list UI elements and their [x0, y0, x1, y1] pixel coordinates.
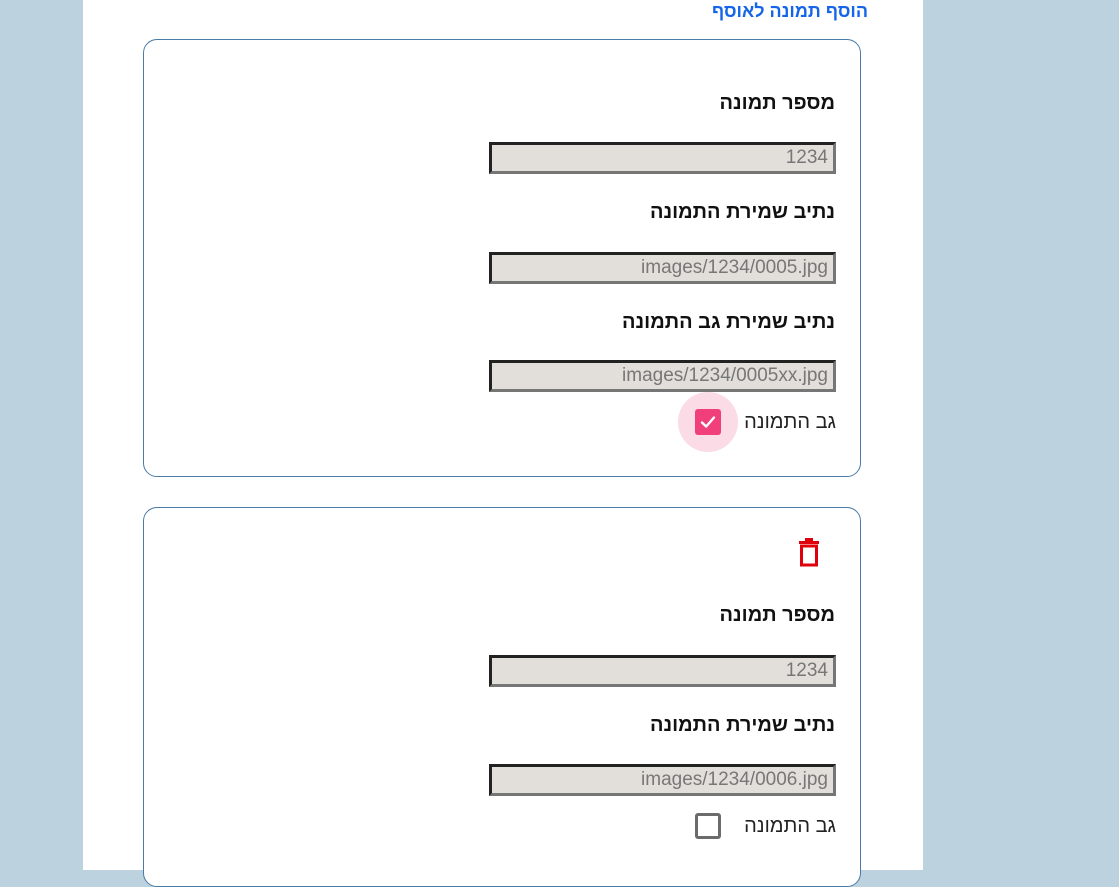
back-checkbox-row: גב התמונה: [694, 812, 836, 840]
image-path-input[interactable]: [489, 252, 836, 284]
trash-icon[interactable]: [796, 538, 822, 568]
image-card: מספר תמונה נתיב שמירת התמונה גב התמונה: [143, 507, 861, 887]
back-path-label: נתיב שמירת גב התמונה: [622, 311, 835, 333]
checkbox-checked[interactable]: [695, 409, 722, 435]
back-checkbox[interactable]: [694, 812, 722, 840]
image-path-label: נתיב שמירת התמונה: [649, 714, 835, 736]
form-page: הוסף תמונה לאוסף מספר תמונה נתיב שמירת ה…: [83, 0, 923, 887]
back-checkbox-row: גב התמונה: [678, 392, 836, 452]
back-checkbox-label: גב התמונה: [744, 814, 836, 837]
image-card: מספר תמונה נתיב שמירת התמונה נתיב שמירת …: [143, 39, 861, 477]
add-image-link[interactable]: הוסף תמונה לאוסף: [712, 0, 868, 22]
checkmark-icon: [700, 416, 716, 428]
back-checkbox-label: גב התמונה: [744, 410, 836, 433]
back-checkbox[interactable]: [678, 392, 739, 452]
image-number-label: מספר תמונה: [719, 604, 835, 626]
image-number-input[interactable]: [489, 142, 836, 174]
image-path-label: נתיב שמירת התמונה: [649, 201, 835, 223]
back-path-input[interactable]: [489, 360, 836, 392]
image-number-label: מספר תמונה: [719, 92, 835, 114]
checkbox-unchecked[interactable]: [695, 813, 722, 839]
image-path-input[interactable]: [489, 764, 836, 796]
image-number-input[interactable]: [489, 655, 836, 687]
